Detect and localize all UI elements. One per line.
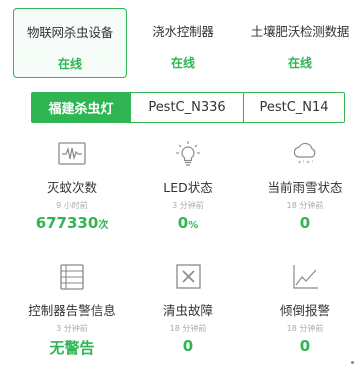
metric-value-number: 无警告 (49, 339, 95, 357)
metric-value-number: 0 (299, 214, 311, 232)
metric-label: LED状态 (163, 180, 213, 195)
waveform-monitor-icon (58, 142, 86, 165)
close-box-icon (176, 264, 201, 289)
metric-value-number: 0 (299, 337, 311, 355)
device-tab-status: 在线 (57, 57, 82, 71)
metric-unit: 次 (98, 220, 109, 231)
sub-tab-pestc-n14[interactable]: PestC_N14 (243, 93, 344, 122)
metric-rain-snow-status[interactable]: * ' * ' 当前雨雪状态 18 分钟前 0 (245, 140, 360, 232)
sub-device-segment: 福建杀虫灯 PestC_N336 PestC_N14 (31, 92, 345, 123)
metric-value-number: 677330 (35, 214, 99, 232)
metric-value: 0 (128, 337, 248, 355)
metric-value: 0 (245, 214, 360, 232)
metric-value-number: 0 (177, 214, 189, 232)
metric-controller-alarm[interactable]: 控制器告警信息 3 分钟前 无警告 (12, 263, 132, 358)
list-icon (60, 264, 84, 290)
device-tab-status: 在线 (287, 56, 312, 70)
metric-tilt-alarm[interactable]: 倾倒报警 18 分钟前 0 (245, 263, 360, 355)
device-tab-status: 在线 (170, 56, 195, 70)
metric-value: 0 (245, 337, 360, 355)
corner-dot (351, 361, 354, 364)
device-tab-watering-controller[interactable]: 浇水控制器 在线 (126, 8, 240, 78)
metric-label: 清虫故障 (162, 303, 213, 318)
metric-unit: % (188, 220, 199, 231)
metric-value: 677330次 (12, 214, 132, 232)
metric-time: 18 分钟前 (169, 324, 207, 333)
rain-snow-cloud-icon: * ' * ' (293, 142, 316, 167)
metric-value: 0% (128, 214, 248, 232)
metric-time: 9 小时前 (56, 201, 88, 210)
metric-label: 控制器告警信息 (28, 303, 116, 318)
metric-time: 3 分钟前 (172, 201, 204, 210)
metric-led-status[interactable]: LED状态 3 分钟前 0% (128, 140, 248, 232)
sub-tab-fujian-lamp[interactable]: 福建杀虫灯 (32, 93, 130, 122)
device-tab-name: 物联网杀虫设备 (26, 25, 114, 40)
device-tab-bar: 物联网杀虫设备 在线 浇水控制器 在线 土壤肥沃检测数据 在线 (0, 0, 360, 82)
metric-value-number: 0 (182, 337, 194, 355)
device-tab-soil-data[interactable]: 土壤肥沃检测数据 在线 (243, 8, 357, 78)
metric-insect-clear-fault[interactable]: 清虫故障 18 分钟前 0 (128, 263, 248, 355)
metric-time: 18 分钟前 (286, 324, 324, 333)
metric-value: 无警告 (12, 337, 132, 358)
metric-label: 灭蚊次数 (46, 180, 97, 195)
sub-tab-pestc-n336[interactable]: PestC_N336 (130, 93, 243, 122)
device-tab-name: 土壤肥沃检测数据 (250, 24, 350, 39)
device-tab-name: 浇水控制器 (152, 24, 214, 39)
metric-label: 当前雨雪状态 (267, 180, 343, 195)
metric-label: 倾倒报警 (279, 303, 330, 318)
svg-text:* ' * ': * ' * ' (298, 160, 313, 167)
device-tab-insect-killer[interactable]: 物联网杀虫设备 在线 (13, 8, 127, 78)
metric-time: 3 分钟前 (56, 324, 88, 333)
metric-mosquito-kills[interactable]: 灭蚊次数 9 小时前 677330次 (12, 140, 132, 232)
lightbulb-icon (176, 141, 200, 166)
line-chart-icon (293, 265, 318, 289)
metric-time: 18 分钟前 (286, 201, 324, 210)
